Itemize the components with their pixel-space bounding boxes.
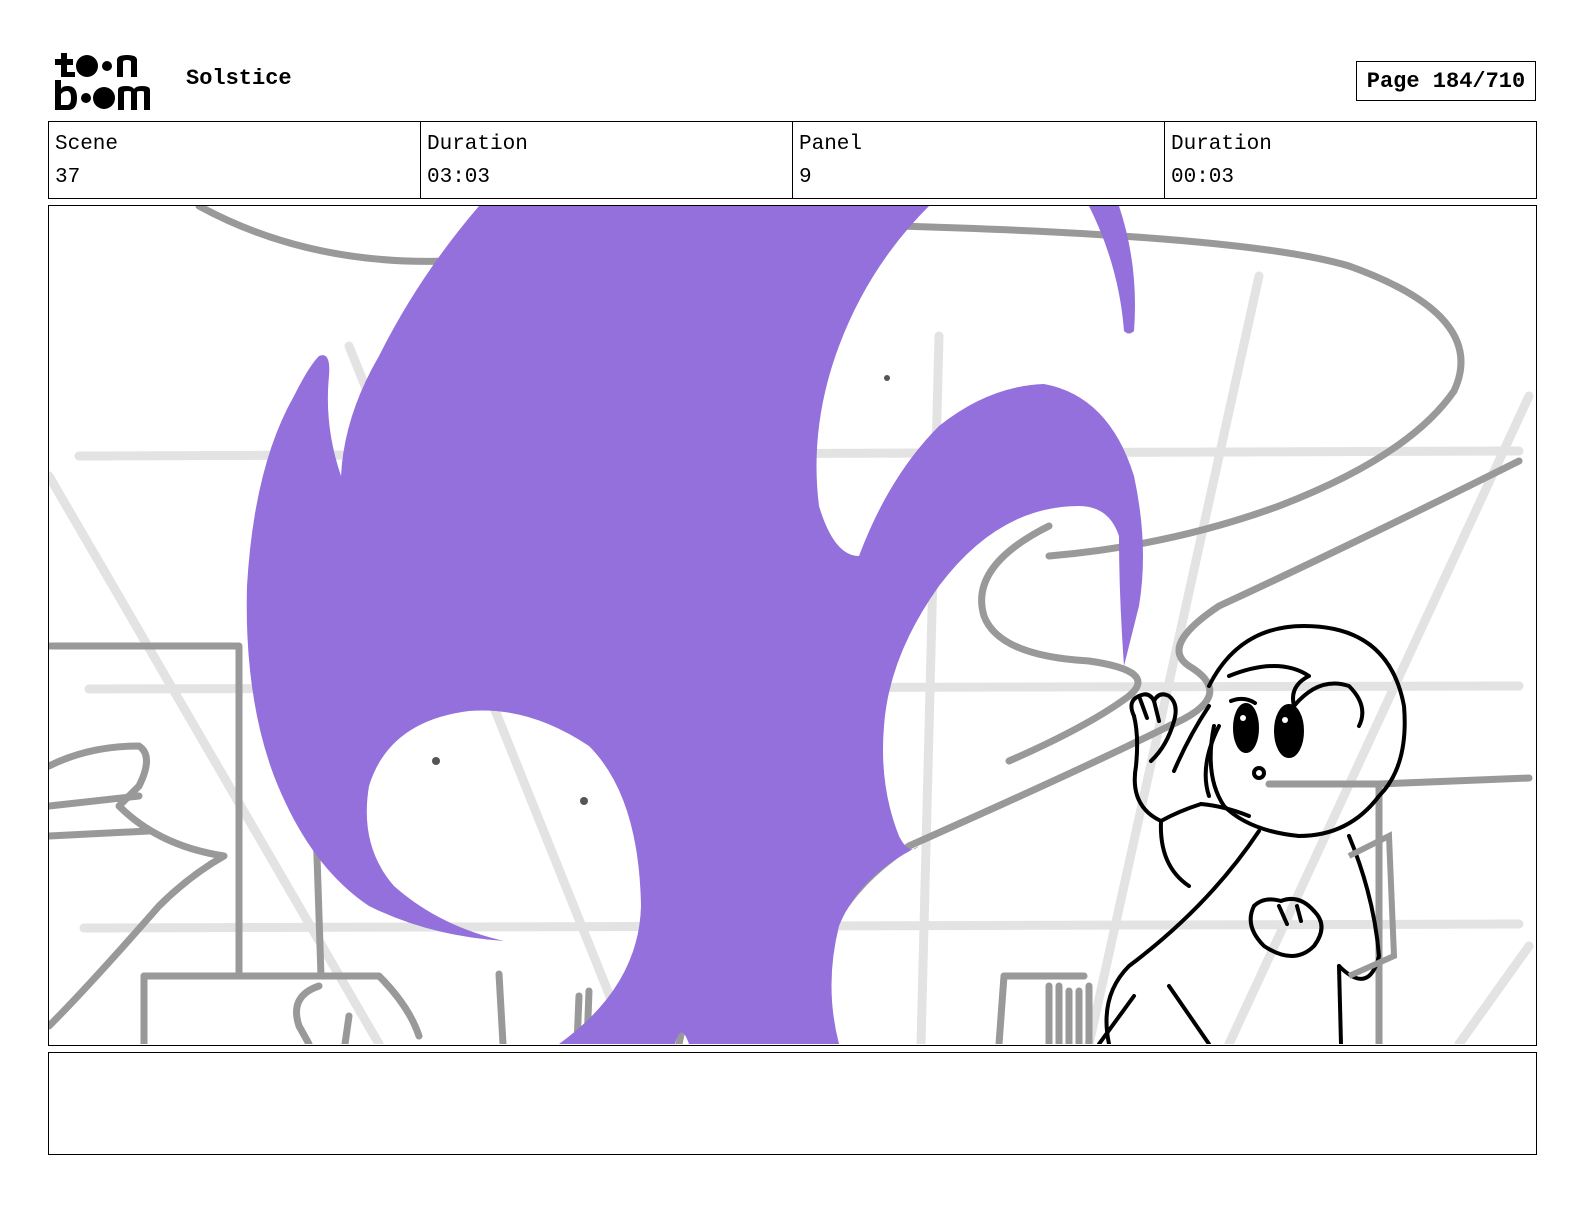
project-title: Solstice (186, 66, 292, 91)
scene-cell: Scene 37 (49, 122, 421, 198)
creature-eye-dot (580, 797, 588, 805)
panel-drawing (49, 206, 1534, 1044)
panel-info-table: Scene 37 Duration 03:03 Panel 9 Duration… (48, 121, 1537, 199)
scene-label: Scene (55, 133, 119, 156)
page-indicator: Page 184/710 (1356, 61, 1536, 101)
storyboard-panel (48, 205, 1537, 1046)
panel-duration-label: Duration (1171, 133, 1272, 156)
purple-creature-shape (246, 206, 1143, 1044)
panel-duration-cell: Duration 00:03 (1165, 122, 1536, 198)
creature-eye-dot (432, 757, 440, 765)
caption-box (48, 1052, 1537, 1155)
panel-value: 9 (799, 166, 812, 189)
panel-label: Panel (799, 133, 863, 156)
toonboom-logo (52, 50, 164, 112)
scene-duration-value: 03:03 (427, 166, 491, 189)
panel-cell: Panel 9 (793, 122, 1165, 198)
scene-duration-cell: Duration 03:03 (421, 122, 793, 198)
scene-duration-label: Duration (427, 133, 528, 156)
scene-value: 37 (55, 166, 81, 189)
panel-duration-value: 00:03 (1171, 166, 1235, 189)
